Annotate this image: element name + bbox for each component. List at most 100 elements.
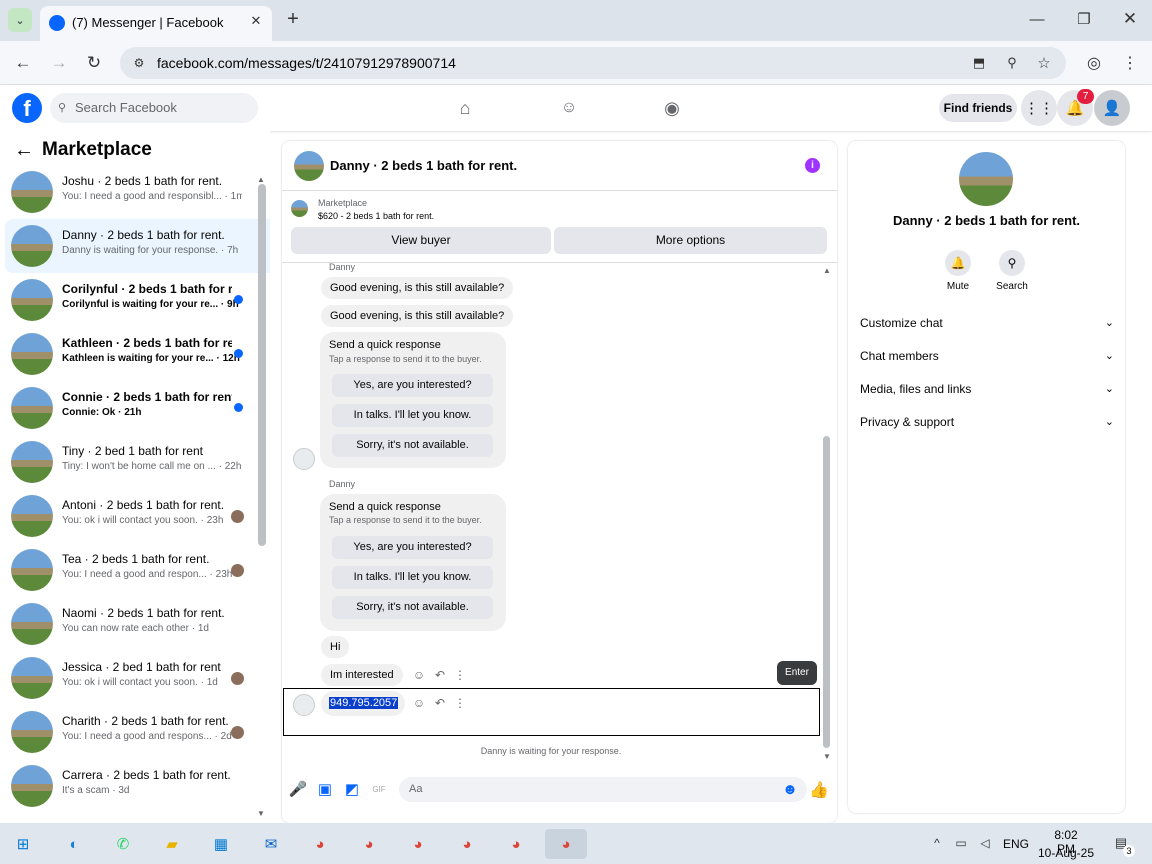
forward-icon[interactable]: →	[48, 52, 70, 74]
quick-response-in-talks[interactable]: In talks. I'll let you know.	[332, 404, 493, 427]
reload-icon[interactable]: ↻	[83, 52, 105, 74]
conversation-item[interactable]: Danny · 2 beds 1 bath for rent. Danny is …	[5, 219, 270, 273]
quick-response-in-talks[interactable]: In talks. I'll let you know.	[332, 566, 493, 589]
selected-phone-text[interactable]: 949.795.2057	[329, 697, 399, 709]
sticker-icon[interactable]: ◩	[344, 781, 360, 798]
mute-icon[interactable]: 🔔	[945, 250, 971, 276]
react-icon[interactable]: ☺	[410, 666, 428, 684]
menu-grid-icon[interactable]: ⋮⋮	[1021, 90, 1057, 126]
conversation-item[interactable]: Jessica · 2 bed 1 bath for rent You: ok i…	[5, 651, 270, 705]
conversation-item[interactable]: Tiny · 2 bed 1 bath for rent Tiny: I won'…	[5, 435, 270, 489]
groups-icon[interactable]: ◉	[660, 96, 684, 120]
scroll-down-icon[interactable]: ▼	[823, 752, 831, 761]
chrome-profile-icon[interactable]: ◕	[354, 829, 384, 859]
volume-icon[interactable]: ◁	[977, 835, 993, 851]
language-indicator[interactable]: ENG	[1003, 837, 1029, 851]
bookmark-star-icon[interactable]: ☆	[1033, 52, 1055, 74]
facebook-search-input[interactable]: ⚲ Search Facebook	[50, 93, 258, 123]
emoji-icon[interactable]: ☻	[781, 780, 799, 798]
browser-menu-icon[interactable]: ⋮	[1119, 52, 1141, 74]
scroll-up-icon[interactable]: ▲	[257, 175, 265, 184]
message-input[interactable]: Aa ☻	[399, 777, 807, 802]
conversation-preview: Connie: Ok · 21h	[62, 407, 142, 418]
privacy-support-row[interactable]: Privacy & support ⌄	[860, 415, 1114, 429]
store-icon[interactable]: ▦	[206, 829, 236, 859]
tab-search-button[interactable]: ⌄	[8, 8, 32, 32]
edge-icon[interactable]: ◐	[59, 829, 89, 859]
back-icon[interactable]: ←	[12, 52, 34, 74]
quick-response-sorry[interactable]: Sorry, it's not available.	[332, 434, 493, 457]
reply-icon[interactable]: ↶	[431, 694, 449, 712]
conversation-item[interactable]: Carrera · 2 beds 1 bath for rent. It's a …	[5, 759, 270, 813]
conversation-item[interactable]: Charith · 2 beds 1 bath for rent. You: I …	[5, 705, 270, 759]
site-info-icon[interactable]: ⚙	[128, 52, 150, 74]
chrome-active-icon[interactable]: ◕	[545, 829, 587, 859]
find-friends-button[interactable]: Find friends	[939, 94, 1017, 122]
chat-title[interactable]: Danny · 2 beds 1 bath for rent.	[330, 158, 517, 173]
conversation-item[interactable]: Tea · 2 beds 1 bath for rent. You: I need…	[5, 543, 270, 597]
restore-icon[interactable]: ❐	[1073, 8, 1095, 30]
row-label: Chat members	[860, 349, 939, 363]
facebook-logo[interactable]: f	[12, 93, 42, 123]
tab-close-icon[interactable]: ✕	[246, 11, 266, 31]
more-icon[interactable]: ⋮	[451, 694, 469, 712]
chrome-profile-icon[interactable]: ◕	[501, 829, 531, 859]
outlook-icon[interactable]: ✉	[256, 829, 286, 859]
quick-response-yes[interactable]: Yes, are you interested?	[332, 536, 493, 559]
profile-icon[interactable]: ◎	[1083, 52, 1105, 74]
conversation-item[interactable]: Naomi · 2 beds 1 bath for rent. You can n…	[5, 597, 270, 651]
message-bubble: Good evening, is this still available?	[321, 277, 514, 299]
media-files-links-row[interactable]: Media, files and links ⌄	[860, 382, 1114, 396]
highlighted-message-row[interactable]: 949.795.2057 ☺ ↶ ⋮	[283, 688, 820, 736]
file-explorer-icon[interactable]: ▰	[157, 829, 187, 859]
scroll-down-icon[interactable]: ▼	[257, 809, 265, 818]
conversation-item[interactable]: Connie · 2 beds 1 bath for rent. Connie: …	[5, 381, 270, 435]
tray-overflow-icon[interactable]: ^	[929, 835, 945, 851]
profile-avatar[interactable]	[959, 152, 1013, 206]
friends-icon[interactable]: ☺	[557, 96, 581, 120]
like-icon[interactable]: 👍	[809, 781, 829, 799]
chrome-profile-icon[interactable]: ◕	[305, 829, 335, 859]
row-label: Customize chat	[860, 316, 943, 330]
back-arrow-icon[interactable]: ←	[14, 139, 34, 162]
sidebar-scrollbar[interactable]	[258, 184, 266, 546]
address-bar[interactable]: ⚙ facebook.com/messages/t/24107912978900…	[120, 47, 1066, 79]
new-tab-icon[interactable]: +	[282, 8, 304, 30]
gif-icon[interactable]: GIF	[371, 781, 387, 797]
conversation-item[interactable]: Joshu · 2 beds 1 bath for rent. You: I ne…	[5, 165, 270, 219]
quick-response-yes[interactable]: Yes, are you interested?	[332, 374, 493, 397]
chat-scrollbar[interactable]	[823, 436, 830, 748]
customize-chat-row[interactable]: Customize chat ⌄	[860, 316, 1114, 330]
account-avatar[interactable]: 👤	[1094, 90, 1130, 126]
conversation-item[interactable]: Corilynful · 2 beds 1 bath for re... Cori…	[5, 273, 270, 327]
install-app-icon[interactable]: ⬒	[968, 52, 990, 74]
window-close-icon[interactable]: ✕	[1119, 8, 1141, 30]
scroll-up-icon[interactable]: ▲	[823, 266, 831, 275]
clock-date[interactable]: 10-Aug-25	[1036, 846, 1096, 860]
photo-icon[interactable]: ▣	[317, 781, 333, 798]
whatsapp-icon[interactable]: ✆	[108, 829, 138, 859]
windows-start-icon[interactable]: ⊞	[8, 829, 38, 859]
view-buyer-button[interactable]: View buyer	[291, 227, 551, 254]
network-icon[interactable]: ▭	[953, 835, 969, 851]
reply-icon[interactable]: ↶	[431, 666, 449, 684]
conversation-item[interactable]: Kathleen · 2 beds 1 bath for re... Kathle…	[5, 327, 270, 381]
home-icon[interactable]: ⌂	[453, 96, 477, 120]
info-icon[interactable]: i	[805, 158, 820, 173]
chrome-profile-icon[interactable]: ◕	[403, 829, 433, 859]
conversation-avatar	[11, 333, 53, 375]
react-icon[interactable]: ☺	[410, 694, 428, 712]
quick-response-sorry[interactable]: Sorry, it's not available.	[332, 596, 493, 619]
search-icon[interactable]: ⚲	[999, 250, 1025, 276]
microphone-icon[interactable]: 🎤	[289, 781, 308, 798]
chrome-profile-icon[interactable]: ◕	[452, 829, 482, 859]
zoom-icon[interactable]: ⚲	[1001, 52, 1023, 74]
more-options-button[interactable]: More options	[554, 227, 827, 254]
browser-tab[interactable]: (7) Messenger | Facebook ✕	[40, 6, 272, 41]
message-bubble: 949.795.2057	[321, 691, 405, 716]
more-icon[interactable]: ⋮	[451, 666, 469, 684]
chat-avatar[interactable]	[294, 151, 324, 181]
conversation-item[interactable]: Antoni · 2 beds 1 bath for rent. You: ok …	[5, 489, 270, 543]
chat-members-row[interactable]: Chat members ⌄	[860, 349, 1114, 363]
minimize-icon[interactable]: —	[1026, 8, 1048, 30]
